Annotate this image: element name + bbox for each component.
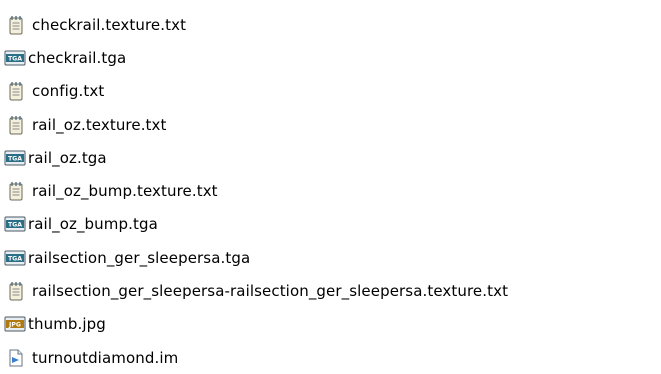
svg-text:TGA: TGA [8, 255, 22, 262]
im-file-icon [6, 348, 26, 368]
file-name: railsection_ger_sleepersa-railsection_ge… [32, 282, 509, 301]
file-item[interactable]: rail_oz.texture.txt [4, 108, 661, 141]
file-name: railsection_ger_sleepersa.tga [28, 248, 251, 267]
svg-text:TGA: TGA [8, 155, 22, 162]
text-file-icon [6, 81, 26, 101]
file-item[interactable]: JPG thumb.jpg [4, 308, 661, 341]
file-name: rail_oz_bump.texture.txt [32, 182, 218, 201]
text-file-icon [6, 281, 26, 301]
svg-text:TGA: TGA [8, 222, 22, 229]
file-item[interactable]: checkrail.texture.txt [4, 8, 661, 41]
file-item[interactable]: TGA rail_oz_bump.tga [4, 208, 661, 241]
svg-text:TGA: TGA [8, 56, 22, 63]
text-file-icon [6, 181, 26, 201]
text-file-icon [6, 15, 26, 35]
file-item[interactable]: railsection_ger_sleepersa-railsection_ge… [4, 274, 661, 307]
file-name: config.txt [32, 82, 105, 101]
file-item[interactable]: TGA checkrail.tga [4, 41, 661, 74]
file-name: rail_oz_bump.tga [28, 215, 158, 234]
file-item[interactable]: rail_oz_bump.texture.txt [4, 174, 661, 207]
jpg-file-icon: JPG [4, 314, 26, 334]
tga-file-icon: TGA [4, 148, 26, 168]
tga-file-icon: TGA [4, 248, 26, 268]
file-item[interactable]: TGA rail_oz.tga [4, 141, 661, 174]
file-list: checkrail.texture.txt TGA checkrail.tga con… [0, 0, 661, 374]
svg-text:JPG: JPG [8, 322, 21, 329]
file-name: checkrail.texture.txt [32, 15, 187, 34]
file-name: rail_oz.texture.txt [32, 115, 167, 134]
file-item[interactable]: turnoutdiamond.im [4, 341, 661, 374]
file-item[interactable]: TGA railsection_ger_sleepersa.tga [4, 241, 661, 274]
file-name: thumb.jpg [28, 315, 106, 334]
file-name: turnoutdiamond.im [32, 348, 179, 367]
tga-file-icon: TGA [4, 214, 26, 234]
text-file-icon [6, 115, 26, 135]
file-name: checkrail.tga [28, 48, 127, 67]
file-name: rail_oz.tga [28, 148, 107, 167]
file-item[interactable]: config.txt [4, 75, 661, 108]
tga-file-icon: TGA [4, 48, 26, 68]
